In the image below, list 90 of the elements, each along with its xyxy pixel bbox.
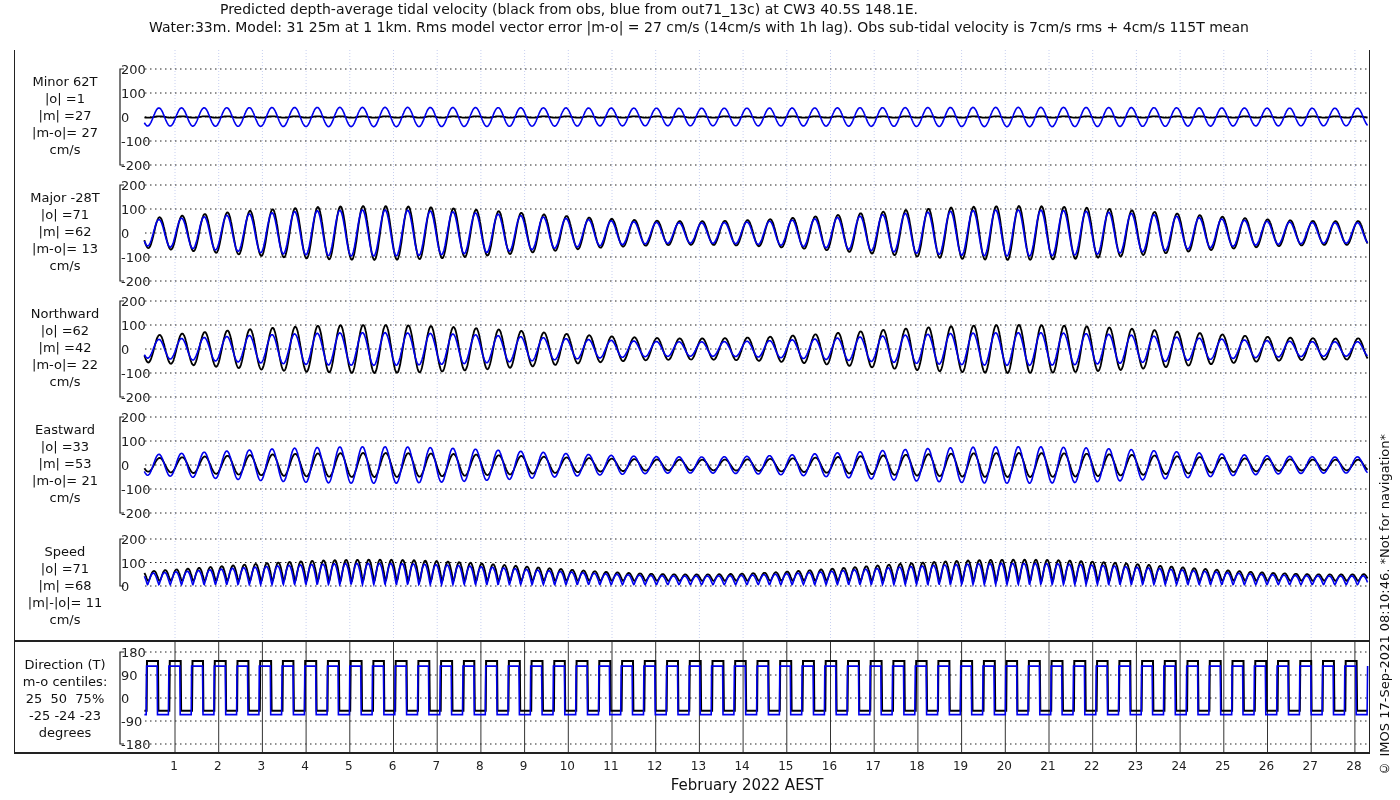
axis-tick-label: -200 [121, 390, 151, 405]
axis-tick-label: 200 [121, 410, 146, 425]
axis-tick-label: -180 [121, 737, 151, 752]
day-label: 5 [345, 759, 353, 773]
chart-title: Predicted depth-average tidal velocity (black from obs, blue from out71_13c) at CW3 40.5S 148.1E. [219, 0, 919, 18]
panel-label: cm/s [49, 141, 81, 158]
axis-tick-label: -200 [121, 274, 151, 289]
day-label: 3 [257, 759, 266, 773]
panel-label: |m| =53 [38, 455, 92, 472]
axis-tick-label: 100 [121, 434, 146, 449]
panel-label: |o| =62 [40, 322, 90, 339]
axis-tick-label: -200 [121, 158, 151, 173]
panel-label: |o| =71 [40, 206, 90, 223]
panel-label: |m-o|= 21 [32, 472, 98, 489]
day-label: 11 [603, 759, 619, 773]
day-label: 10 [559, 759, 575, 773]
panel-label: |m| =62 [38, 223, 92, 240]
axis-tick-label: 200 [121, 532, 146, 547]
day-label: 17 [865, 759, 881, 773]
copyright-notice: © IMOS 17-Sep-2021 08:10:46. *Not for navigation* [1376, 434, 1392, 776]
day-label: 4 [301, 759, 309, 773]
panel-label: |m| =27 [38, 107, 92, 124]
day-label: 1 [170, 759, 178, 773]
axis-tick-label: -100 [121, 366, 151, 381]
axis-tick-label: 180 [121, 645, 146, 660]
day-label: 12 [647, 759, 663, 773]
day-label: 27 [1302, 759, 1318, 773]
panel-label: Minor 62T [32, 73, 98, 90]
axis-tick-label: 0 [121, 579, 130, 594]
day-label: 23 [1127, 759, 1144, 773]
panel-label: cm/s [49, 373, 81, 390]
axis-tick-label: 0 [121, 226, 130, 241]
panel-label: cm/s [49, 489, 81, 506]
axis-tick-label: -100 [121, 134, 151, 149]
panel-label: m-o centiles: [22, 673, 108, 690]
day-label: 18 [909, 759, 925, 773]
panel-label: -25 -24 -23 [29, 707, 101, 724]
panel-label: Major -28T [30, 189, 100, 206]
panel-label: Speed [44, 543, 86, 560]
day-label: 25 [1215, 759, 1231, 773]
axis-title: February 2022 AEST [670, 776, 824, 794]
axis-tick-label: 200 [121, 178, 146, 193]
axis-tick-label: -100 [121, 482, 151, 497]
axis-tick-label: -100 [121, 250, 151, 265]
panel-label: |m-o|= 22 [32, 356, 98, 373]
axis-tick-label: 200 [121, 294, 146, 309]
day-label: 14 [734, 759, 750, 773]
axis-tick-label: 100 [121, 202, 146, 217]
panel-label: 25 50 75% [25, 690, 105, 707]
panel-label: |o| =1 [45, 90, 85, 107]
day-label: 8 [476, 759, 484, 773]
axis-tick-label: 0 [121, 110, 130, 125]
day-label: 21 [1040, 759, 1056, 773]
axis-tick-label: 100 [121, 555, 146, 571]
panel-label: |m|-|o|= 11 [27, 594, 103, 611]
panel-label: Direction (T) [24, 656, 106, 673]
axis-tick-label: -90 [121, 714, 143, 729]
day-label: 22 [1084, 759, 1100, 773]
panel-label: |o| =71 [40, 560, 90, 577]
day-label: 24 [1171, 759, 1187, 773]
panel-label: |o| =33 [40, 438, 90, 455]
axis-tick-label: 0 [121, 691, 130, 706]
panel-label: cm/s [49, 257, 81, 274]
day-label: 2 [213, 759, 222, 773]
day-label: 15 [778, 759, 794, 773]
axis-tick-label: 0 [121, 458, 130, 473]
panel-label: |m| =68 [38, 577, 92, 594]
day-label: 9 [519, 759, 528, 773]
axis-tick-label: 0 [121, 342, 130, 357]
day-label: 13 [690, 759, 707, 773]
day-label: 6 [388, 759, 397, 773]
panel-label: |m-o|= 13 [32, 240, 98, 257]
axis-tick-label: -200 [121, 506, 151, 521]
day-label: 20 [996, 759, 1012, 773]
day-label: 26 [1258, 759, 1275, 773]
axis-tick-label: 200 [121, 62, 146, 77]
panel-label: |m| =42 [38, 339, 92, 356]
day-label: 16 [821, 759, 838, 773]
day-label: 28 [1346, 759, 1362, 773]
panel-label: Northward [30, 305, 100, 322]
panel-label: Eastward [35, 421, 95, 438]
panel-label: degrees [38, 724, 92, 741]
panel-label: |m-o|= 27 [32, 124, 98, 141]
chart-subtitle: Water:33m. Model: 31 25m at 1 1km. Rms model vector error |m-o| = 27 cm/s (14cm/s with 1h lag). Obs sub-tidal velocity is 7cm/s rms + 4cm/s 115T mean [149, 18, 1249, 36]
day-label: 19 [952, 759, 969, 773]
axis-tick-label: 100 [121, 86, 146, 101]
axis-tick-label: 90 [121, 668, 138, 683]
panel-label: cm/s [49, 611, 81, 628]
day-label: 7 [432, 759, 440, 773]
axis-tick-label: 100 [121, 318, 146, 333]
